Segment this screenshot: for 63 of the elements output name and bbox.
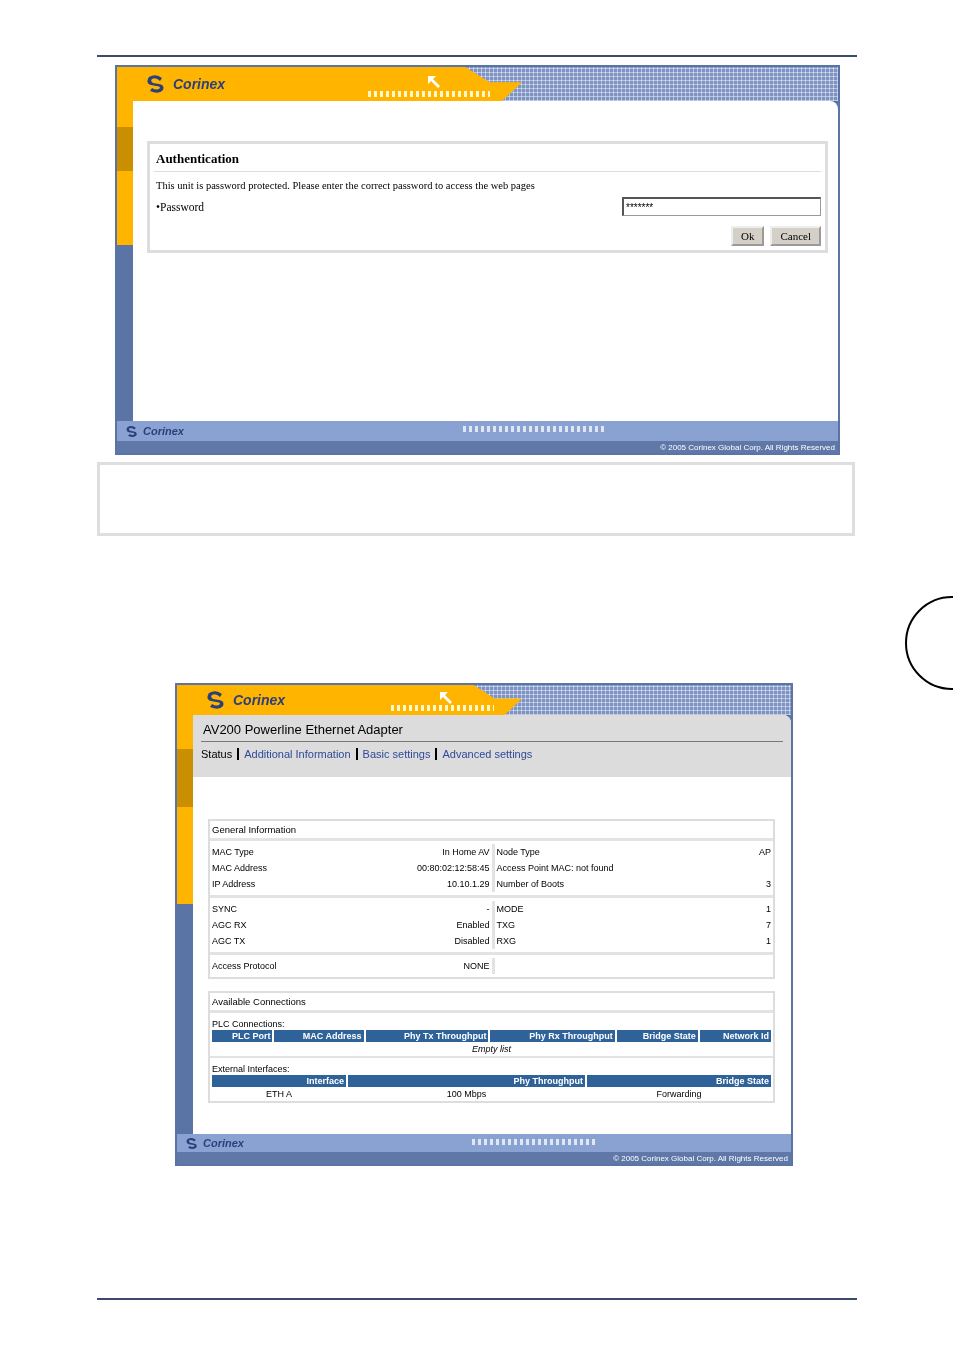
subsection-label: PLC Connections: [211,1018,286,1030]
field-value: Enabled [456,919,490,932]
footer-logo-text: Corinex [203,1137,244,1149]
page-title: AV200 Powerline Ethernet Adapter [201,721,783,742]
column-header: Phy Rx Throughput [490,1030,615,1042]
field-value: 7 [766,919,771,932]
column-header: MAC Address [274,1030,364,1042]
field-label: AGC RX [212,919,247,932]
logo-text: Corinex [233,692,286,708]
field-value: NONE [463,960,490,973]
table-cell-text: Forwarding [655,1088,703,1101]
column-header: Phy Tx Throughput [365,1030,489,1042]
field-label: TXG [496,919,515,932]
section-title: Available Connections [210,993,773,1013]
field-value: 1 [766,935,771,948]
field-label: MAC Address [212,862,268,875]
nav-link[interactable]: Additional Information [237,748,356,760]
field-value: 00:80:02:12:58:45 [416,862,490,875]
ok-button[interactable]: Ok [731,226,765,246]
column-header: Phy Throughput [347,1075,586,1087]
arrow-icon [427,75,441,89]
logo-text: Corinex [173,76,226,92]
field-label: IP Address [212,878,256,891]
instruction-text: This unit is password protected. Please enter the correct password to access the web pages [156,180,536,191]
column-header: PLC Port [212,1030,273,1042]
field-value: 1 [766,903,771,916]
field-label: SYNC [212,903,237,916]
field-value: 3 [766,878,771,891]
cancel-button[interactable]: Cancel [770,226,821,246]
field-label: Access Point MAC: not found [496,862,614,875]
logo-icon [125,424,139,438]
logo-icon [185,1136,199,1150]
field-value: Disabled [454,935,490,948]
subsection-label: External Interfaces: [211,1063,291,1075]
field-value: - [486,903,490,916]
column-header: Bridge State [587,1075,771,1087]
password-field[interactable]: ******* [622,197,821,216]
field-label: Access Protocol [212,960,277,973]
field-label: Node Type [496,846,540,859]
field-label: MAC Type [212,846,254,859]
column-header: Bridge State [616,1030,698,1042]
copyright-text: © 2005 Corinex Global Corp. All Rights Reserved [613,1153,788,1163]
arrow-icon [439,691,453,705]
field-label: Number of Boots [496,878,565,891]
nav-link[interactable]: Advanced settings [435,748,538,760]
table-cell-text: ETH A [264,1088,293,1101]
copyright-text: © 2005 Corinex Global Corp. All Rights Reserved [660,442,835,452]
column-header: Network Id [699,1030,771,1042]
field-value: AP [759,846,771,859]
password-label: •Password [156,200,205,213]
section-title: General Information [210,821,773,841]
field-value: In Home AV [442,846,490,859]
footer-logo-text: Corinex [143,425,184,437]
field-label: MODE [496,903,524,916]
empty-list-text: Empty list [210,1042,773,1058]
panel-title: Authentication [154,148,821,172]
field-label: RXG [496,935,516,948]
column-header: Interface [212,1075,346,1087]
current-page-link[interactable]: Status [201,748,238,760]
nav-link[interactable]: Basic settings [355,748,436,760]
field-label: AGC TX [212,935,246,948]
table-cell-text: 100 Mbps [445,1088,488,1101]
field-value: 10.10.1.29 [446,878,490,891]
